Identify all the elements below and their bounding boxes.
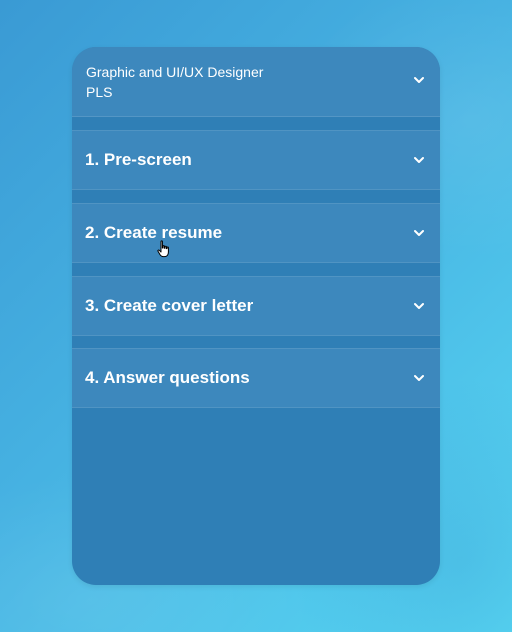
chevron-down-icon[interactable] (414, 156, 424, 164)
application-steps-panel: Graphic and UI/UX Designer PLS 1. Pre-sc… (72, 47, 440, 585)
step-pre-screen[interactable]: 1. Pre-screen (72, 130, 440, 190)
chevron-down-icon[interactable] (414, 229, 424, 237)
job-title: Graphic and UI/UX Designer (86, 64, 264, 80)
step-create-cover-letter[interactable]: 3. Create cover letter (72, 276, 440, 336)
step-create-resume[interactable]: 2. Create resume (72, 203, 440, 263)
chevron-down-icon[interactable] (414, 76, 424, 84)
company-name: PLS (86, 84, 113, 100)
job-header-accordion[interactable]: Graphic and UI/UX Designer PLS (72, 47, 440, 117)
chevron-down-icon[interactable] (414, 374, 424, 382)
step-label: 3. Create cover letter (85, 296, 254, 315)
step-label: 4. Answer questions (85, 368, 250, 387)
step-label: 2. Create resume (85, 223, 223, 242)
step-answer-questions[interactable]: 4. Answer questions (72, 348, 440, 408)
step-label: 1. Pre-screen (85, 150, 192, 169)
hand-pointer-icon (157, 240, 171, 258)
chevron-down-icon[interactable] (414, 302, 424, 310)
